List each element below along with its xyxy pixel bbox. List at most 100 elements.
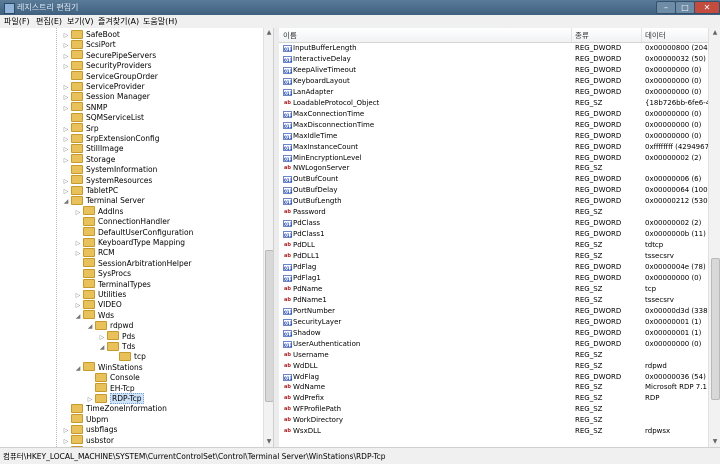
tree-node[interactable]: DefaultUserConfiguration (74, 227, 193, 238)
value-row[interactable]: 011 KeepAliveTimeout REG_DWORD 0x00000000 (… (279, 65, 708, 76)
value-row[interactable]: ab WFProfilePath REG_SZ (279, 404, 708, 415)
value-row[interactable]: 011 MinEncryptionLevel REG_DWORD 0x00000002… (279, 153, 708, 164)
tree-node[interactable]: ▷ TabletPC (62, 185, 118, 196)
value-row[interactable]: ab WorkDirectory REG_SZ (279, 415, 708, 426)
value-row[interactable]: 011 InteractiveDelay REG_DWORD 0x00000032 (… (279, 54, 708, 65)
tree-node[interactable]: SystemInformation (62, 164, 157, 175)
tree-node[interactable]: SQMServiceList (62, 112, 144, 123)
value-row[interactable]: 011 PortNumber REG_DWORD 0x00000d3d (3389 (279, 306, 708, 317)
value-row[interactable]: 011 WdFlag REG_DWORD 0x00000036 (54) (279, 372, 708, 383)
column-header-type[interactable]: 종류 (575, 30, 589, 41)
value-row[interactable]: 011 MaxInstanceCount REG_DWORD 0xffffffff (… (279, 142, 708, 153)
tree-node[interactable]: ▷ RCM (74, 247, 115, 258)
value-row[interactable]: 011 MaxIdleTime REG_DWORD 0x00000000 (0) (279, 131, 708, 142)
value-row[interactable]: ab PdDLL REG_SZ tdtcp (279, 240, 708, 251)
value-row[interactable]: ab PdDLL1 REG_SZ tssecsrv (279, 251, 708, 262)
tree-node[interactable]: ▷ SecurePipeServers (62, 50, 156, 61)
value-row[interactable]: ab WdDLL REG_SZ rdpwd (279, 361, 708, 372)
value-row[interactable]: ab WdPrefix REG_SZ RDP (279, 393, 708, 404)
collapse-arrow-icon[interactable]: ◢ (74, 312, 82, 322)
value-row[interactable]: ab PdName1 REG_SZ tssecsrv (279, 295, 708, 306)
tree-node[interactable]: ◢ rdpwd (86, 320, 133, 332)
value-row[interactable]: 011 PdClass REG_DWORD 0x00000002 (2) (279, 218, 708, 229)
list-scrollbar[interactable]: ▲ ▼ (708, 28, 720, 447)
tree-node[interactable]: Ubpm (62, 414, 108, 425)
column-header-data[interactable]: 데이터 (645, 30, 666, 41)
tree-node[interactable]: ConnectionHandler (74, 216, 170, 227)
column-divider[interactable] (571, 28, 572, 42)
value-row[interactable]: ab PdName REG_SZ tcp (279, 284, 708, 295)
tree-node[interactable]: SessionArbitrationHelper (74, 258, 191, 269)
value-row[interactable]: 011 KeyboardLayout REG_DWORD 0x00000000 (0) (279, 76, 708, 87)
value-row[interactable]: 011 MaxConnectionTime REG_DWORD 0x00000000 … (279, 109, 708, 120)
value-row[interactable]: 011 OutBufCount REG_DWORD 0x00000006 (6) (279, 174, 708, 185)
tree-node[interactable]: ▷ AddIns (74, 206, 123, 217)
value-row[interactable]: 011 PdFlag1 REG_DWORD 0x00000000 (0) (279, 273, 708, 284)
menu-help[interactable]: 도움말(H) (143, 16, 177, 27)
tree-node[interactable]: ▷ SecurityProviders (62, 60, 152, 71)
tree-node[interactable]: ▷ Storage (62, 154, 115, 165)
close-button[interactable]: ✕ (694, 1, 720, 14)
tree-node[interactable]: ▷ Pds (98, 331, 135, 342)
value-row[interactable]: 011 UserAuthentication REG_DWORD 0x00000000… (279, 339, 708, 350)
value-row[interactable]: ab LoadableProtocol_Object REG_SZ {18b726bb… (279, 98, 708, 109)
menu-file[interactable]: 파일(F) (4, 16, 30, 27)
value-row[interactable]: 011 MaxDisconnectionTime REG_DWORD 0x000000… (279, 120, 708, 131)
value-row[interactable]: 011 InputBufferLength REG_DWORD 0x00000800 … (279, 43, 708, 54)
tree-node[interactable]: ▷ KeyboardType Mapping (74, 237, 185, 248)
menu-favorites[interactable]: 즐겨찾기(A) (98, 16, 139, 27)
value-row[interactable]: 011 OutBufLength REG_DWORD 0x00000212 (530) (279, 196, 708, 207)
collapse-arrow-icon[interactable]: ◢ (98, 343, 106, 353)
tree-node[interactable]: ◢ WinStations (74, 362, 143, 374)
value-row[interactable]: ab Password REG_SZ (279, 207, 708, 218)
column-divider[interactable] (641, 28, 642, 42)
maximize-button[interactable]: □ (675, 1, 695, 14)
tree-node[interactable]: ▷ usbstor (62, 435, 114, 446)
value-row[interactable]: ab WdName REG_SZ Microsoft RDP 7.1 (279, 382, 708, 393)
tree-node[interactable]: ▷ SrpExtensionConfig (62, 133, 160, 144)
column-header-name[interactable]: 이름 (283, 30, 297, 41)
value-row[interactable]: 011 PdClass1 REG_DWORD 0x0000000b (11) (279, 229, 708, 240)
value-row[interactable]: 011 PdFlag REG_DWORD 0x0000004e (78) (279, 262, 708, 273)
menu-edit[interactable]: 편집(E) (36, 16, 62, 27)
tree-node-label: SysProcs (98, 269, 132, 279)
tree-node[interactable]: ▷ Srp (62, 123, 99, 134)
tree-node[interactable]: TimeZoneInformation (62, 403, 167, 414)
tree-node[interactable]: ▷ RDP-Tcp (86, 393, 144, 404)
tree-node[interactable]: SysProcs (74, 268, 132, 279)
tree-node[interactable]: Console (86, 372, 140, 383)
scroll-up-arrow-icon[interactable]: ▲ (709, 28, 720, 38)
tree-node[interactable]: ▷ ScsiPort (62, 39, 116, 50)
tree-node[interactable]: tcp (110, 351, 146, 362)
tree-node[interactable]: ▷ Utilities (74, 289, 126, 300)
tree-node[interactable]: TerminalTypes (74, 279, 151, 290)
value-row[interactable]: 011 Shadow REG_DWORD 0x00000001 (1) (279, 328, 708, 339)
tree-node[interactable]: ▷ StillImage (62, 143, 123, 154)
tree-node[interactable]: ▷ Session Manager (62, 91, 150, 102)
value-row[interactable]: ab NWLogonServer REG_SZ (279, 163, 708, 174)
collapse-arrow-icon[interactable]: ◢ (74, 364, 82, 374)
list-scroll-thumb[interactable] (711, 258, 720, 400)
tree-node[interactable]: ▷ usbflags (62, 424, 117, 435)
value-row[interactable]: ab WsxDLL REG_SZ rdpwsx (279, 426, 708, 437)
value-row[interactable]: 011 SecurityLayer REG_DWORD 0x00000001 (1) (279, 317, 708, 328)
collapse-arrow-icon[interactable]: ◢ (62, 197, 70, 207)
tree-node[interactable]: ▷ SafeBoot (62, 29, 120, 40)
tree-node[interactable]: ▷ VIDEO (74, 299, 122, 310)
value-row[interactable]: 011 LanAdapter REG_DWORD 0x00000000 (0) (279, 87, 708, 98)
tree-node[interactable]: ◢ Tds (98, 341, 135, 353)
scroll-down-arrow-icon[interactable]: ▼ (709, 437, 720, 447)
folder-icon (71, 133, 83, 143)
tree-node[interactable]: ▷ ServiceProvider (62, 81, 145, 92)
collapse-arrow-icon[interactable]: ◢ (86, 322, 94, 332)
registry-tree[interactable]: ▷ SafeBoot ▷ ScsiPort ▷ SecurePipeServers ▷ Sec… (0, 28, 263, 447)
tree-node[interactable]: ▷ SNMP (62, 102, 107, 113)
tree-node[interactable]: ServiceGroupOrder (62, 71, 158, 82)
menu-view[interactable]: 보기(V) (67, 16, 93, 27)
value-row[interactable]: ab Username REG_SZ (279, 350, 708, 361)
minimize-button[interactable]: – (656, 1, 676, 14)
tree-node[interactable]: ▷ SystemResources (62, 175, 152, 186)
value-row[interactable]: 011 OutBufDelay REG_DWORD 0x00000064 (100) (279, 185, 708, 196)
tree-node[interactable]: ◢ Terminal Server (62, 195, 145, 207)
tree-node[interactable]: ◢ Wds (74, 310, 114, 322)
